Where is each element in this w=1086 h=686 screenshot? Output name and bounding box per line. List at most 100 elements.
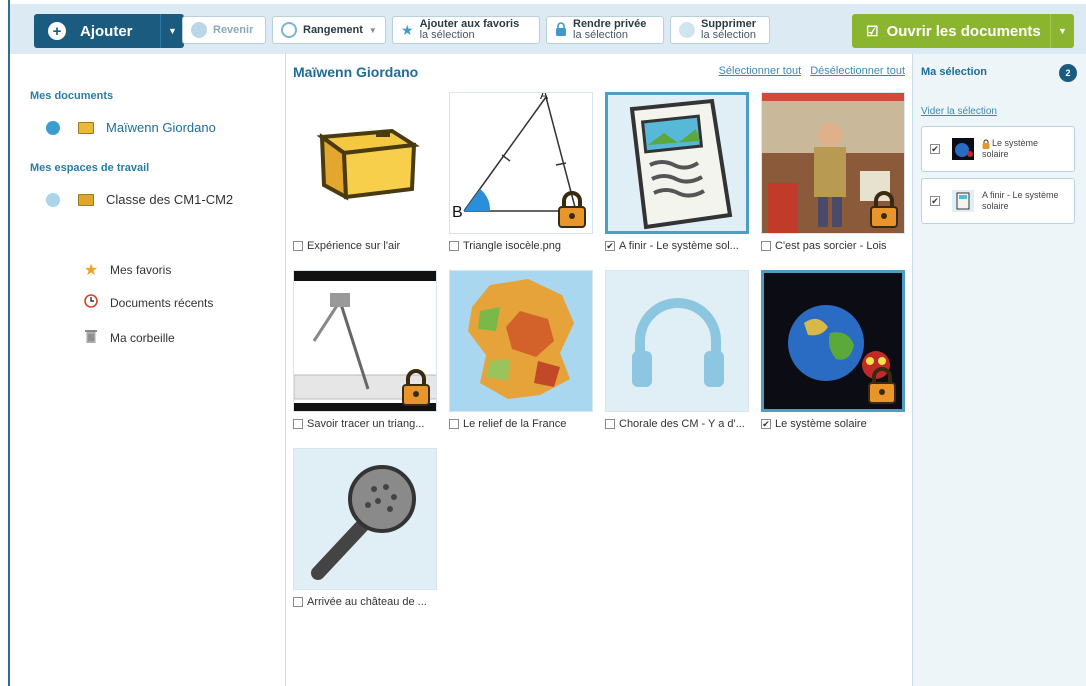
- clock-icon: [82, 294, 100, 311]
- expand-icon[interactable]: [46, 192, 60, 207]
- file-thumbnail[interactable]: [605, 92, 749, 234]
- file-tile[interactable]: Arrivée au château de ...: [293, 448, 437, 608]
- file-tile[interactable]: Expérience sur l'air: [293, 92, 437, 252]
- sort-button[interactable]: Rangement ▼: [272, 16, 386, 44]
- chevron-down-icon[interactable]: ▼: [160, 14, 184, 48]
- file-checkbox[interactable]: [449, 419, 459, 429]
- selection-checkbox[interactable]: ✔: [930, 144, 940, 154]
- file-tile[interactable]: C'est pas sorcier - Lois: [761, 92, 905, 252]
- file-caption: Le relief de la France: [449, 418, 593, 430]
- file-thumbnail[interactable]: [761, 270, 905, 412]
- back-arrow-icon: [191, 22, 207, 38]
- sidebar-item-label: Ma corbeille: [110, 330, 175, 345]
- chevron-down-icon: ▼: [368, 25, 377, 35]
- file-caption: C'est pas sorcier - Lois: [761, 240, 905, 252]
- selection-item-label: Le système: [992, 138, 1039, 148]
- selection-item[interactable]: ✔ A finir - Le système solaire: [921, 178, 1075, 224]
- file-name: A finir - Le système sol...: [619, 240, 739, 252]
- lock-icon: [555, 21, 567, 39]
- star-icon: ★: [401, 21, 414, 38]
- selection-title: Ma sélection: [921, 66, 988, 78]
- sidebar-item-favorites[interactable]: ★ Mes favoris: [82, 260, 172, 280]
- toolbar: + Ajouter ▼ Revenir Rangement ▼ ★ Ajoute…: [10, 4, 1086, 54]
- file-caption: Arrivée au château de ...: [293, 596, 437, 608]
- file-checkbox[interactable]: [293, 597, 303, 607]
- microphone-icon: [311, 465, 416, 580]
- clear-selection-link[interactable]: Vider la sélection: [921, 106, 997, 117]
- make-private-button[interactable]: Rendre privée la sélection: [546, 16, 664, 44]
- selection-checkbox[interactable]: ✔: [930, 196, 940, 206]
- lock-icon: [868, 367, 896, 404]
- file-caption: Chorale des CM - Y a d'...: [605, 418, 749, 430]
- trash-icon: [82, 328, 100, 347]
- document-thumbnail: [952, 190, 974, 212]
- add-favorites-button[interactable]: ★ Ajouter aux favoris la sélection: [392, 16, 540, 44]
- headphones-icon: [632, 298, 724, 387]
- file-thumbnail[interactable]: [293, 270, 437, 412]
- selection-item-label: A finir - Le système: [982, 190, 1059, 200]
- open-documents-button[interactable]: ☑ Ouvrir les documents ▼: [852, 14, 1074, 48]
- file-caption: Expérience sur l'air: [293, 240, 437, 252]
- trash-icon: [679, 22, 695, 38]
- selection-panel: Ma sélection 2 Vider la sélection ✔ Le s…: [912, 54, 1086, 686]
- sidebar-item-label: Mes favoris: [110, 263, 172, 277]
- file-caption: ✔ Le système solaire: [761, 418, 905, 430]
- add-button[interactable]: + Ajouter ▼: [34, 14, 184, 48]
- make-private-sublabel: la sélection: [573, 29, 629, 41]
- file-caption: Triangle isocèle.png: [449, 240, 593, 252]
- sidebar-item-trash[interactable]: Ma corbeille: [82, 328, 175, 347]
- sidebar-item-recent[interactable]: Documents récents: [82, 294, 213, 311]
- star-icon: ★: [83, 262, 99, 279]
- delete-sublabel: la sélection: [701, 29, 757, 41]
- file-thumbnail[interactable]: B A: [449, 92, 593, 234]
- checkbox-icon: ☑: [866, 22, 879, 39]
- svg-text:B: B: [452, 204, 463, 221]
- file-checkbox[interactable]: [293, 419, 303, 429]
- sidebar-item-label: Maïwenn Giordano: [106, 120, 216, 135]
- file-name: Triangle isocèle.png: [463, 240, 562, 252]
- delete-button[interactable]: Supprimer la sélection: [670, 16, 770, 44]
- deselect-all-link[interactable]: Désélectionner tout: [810, 65, 905, 77]
- file-tile[interactable]: Le relief de la France: [449, 270, 593, 430]
- sidebar-item-label: Classe des CM1-CM2: [106, 192, 234, 207]
- file-checkbox[interactable]: ✔: [605, 241, 615, 251]
- file-checkbox[interactable]: ✔: [761, 419, 771, 429]
- workspaces-heading: Mes espaces de travail: [30, 162, 150, 174]
- file-thumbnail[interactable]: [293, 92, 437, 234]
- lock-icon: [982, 139, 990, 149]
- file-tile[interactable]: B A Triangle isocèle.png: [449, 92, 593, 252]
- sidebar: Mes documents Maïwenn Giordano Mes espac…: [10, 54, 286, 686]
- selection-item[interactable]: ✔ Le système solaire: [921, 126, 1075, 172]
- selection-links: Sélectionner tout Désélectionner tout: [713, 65, 905, 77]
- file-name: C'est pas sorcier - Lois: [775, 240, 887, 252]
- folder-icon: [78, 193, 94, 206]
- file-tile[interactable]: ✔ A finir - Le système sol...: [605, 92, 749, 252]
- document-icon: [629, 98, 733, 230]
- file-thumbnail[interactable]: [761, 92, 905, 234]
- svg-text:A: A: [540, 93, 548, 102]
- back-button[interactable]: Revenir: [182, 16, 266, 44]
- file-caption: Savoir tracer un triang...: [293, 418, 437, 430]
- add-favorites-sublabel: la sélection: [419, 29, 475, 41]
- earth-thumbnail: [952, 138, 974, 160]
- sidebar-item-workspace[interactable]: Classe des CM1-CM2: [46, 192, 233, 207]
- file-thumbnail[interactable]: [605, 270, 749, 412]
- add-button-label: Ajouter: [80, 22, 133, 40]
- chevron-down-icon[interactable]: ▼: [1050, 14, 1074, 48]
- file-checkbox[interactable]: [449, 241, 459, 251]
- page-title: Maïwenn Giordano: [293, 64, 419, 80]
- file-checkbox[interactable]: [293, 241, 303, 251]
- file-caption: ✔ A finir - Le système sol...: [605, 240, 749, 252]
- file-tile[interactable]: Chorale des CM - Y a d'...: [605, 270, 749, 430]
- file-checkbox[interactable]: [605, 419, 615, 429]
- file-tile[interactable]: Savoir tracer un triang...: [293, 270, 437, 430]
- file-thumbnail[interactable]: [293, 448, 437, 590]
- file-checkbox[interactable]: [761, 241, 771, 251]
- main-content: Maïwenn Giordano Sélectionner tout Désél…: [287, 54, 911, 686]
- expand-icon[interactable]: [46, 120, 60, 135]
- sidebar-item-my-documents[interactable]: Maïwenn Giordano: [46, 120, 216, 135]
- select-all-link[interactable]: Sélectionner tout: [719, 65, 802, 77]
- file-name: Savoir tracer un triang...: [307, 418, 425, 430]
- file-tile[interactable]: ✔ Le système solaire: [761, 270, 905, 430]
- file-thumbnail[interactable]: [449, 270, 593, 412]
